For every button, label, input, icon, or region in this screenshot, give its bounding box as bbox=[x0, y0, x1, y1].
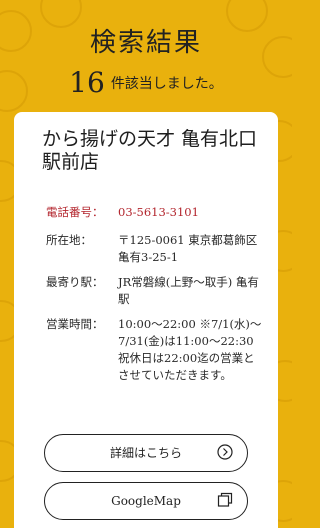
address-label: 所在地： bbox=[46, 233, 92, 247]
station-row: 最寄り駅： JR常磐線(上野～取手) 亀有駅 bbox=[46, 274, 266, 310]
result-count-number: 16 bbox=[69, 66, 105, 99]
station-value: JR常磐線(上野～取手) 亀有駅 bbox=[118, 275, 259, 306]
tel-row: 電話番号： 03-5613-3101 bbox=[46, 204, 266, 222]
shop-card: から揚げの天才 亀有北口駅前店 電話番号： 03-5613-3101 所在地： … bbox=[14, 112, 278, 528]
address-value: 〒125-0061 東京都葛飾区亀有3-25-1 bbox=[118, 233, 258, 264]
shop-name: から揚げの天才 亀有北口駅前店 bbox=[42, 128, 258, 173]
googlemap-button-label: GoogleMap bbox=[111, 494, 181, 508]
address-row: 所在地： 〒125-0061 東京都葛飾区亀有3-25-1 bbox=[46, 232, 266, 268]
page-title: 検索結果 bbox=[89, 28, 202, 58]
station-label: 最寄り駅： bbox=[46, 275, 104, 289]
header: 検索結果 16 件該当しました。 bbox=[0, 0, 292, 110]
result-count: 16 件該当しました。 bbox=[0, 66, 292, 99]
googlemap-button[interactable]: GoogleMap bbox=[44, 482, 248, 520]
hours-value: 10:00～22:00 ※7/1(水)～7/31(金)は11:00～22:30 … bbox=[118, 317, 266, 382]
hours-label: 営業時間： bbox=[46, 317, 104, 331]
detail-button-label: 詳細はこちら bbox=[109, 446, 182, 460]
hours-row: 営業時間： 10:00～22:00 ※7/1(水)～7/31(金)は11:00～… bbox=[46, 316, 266, 406]
copy-window-icon bbox=[217, 492, 233, 507]
result-count-text: 件該当しました。 bbox=[110, 75, 223, 92]
tel-link[interactable]: 03-5613-3101 bbox=[118, 204, 264, 221]
detail-button[interactable]: 詳細はこちら bbox=[44, 434, 248, 472]
chevron-right-circle-icon bbox=[217, 444, 233, 460]
tel-label: 電話番号： bbox=[46, 205, 104, 219]
